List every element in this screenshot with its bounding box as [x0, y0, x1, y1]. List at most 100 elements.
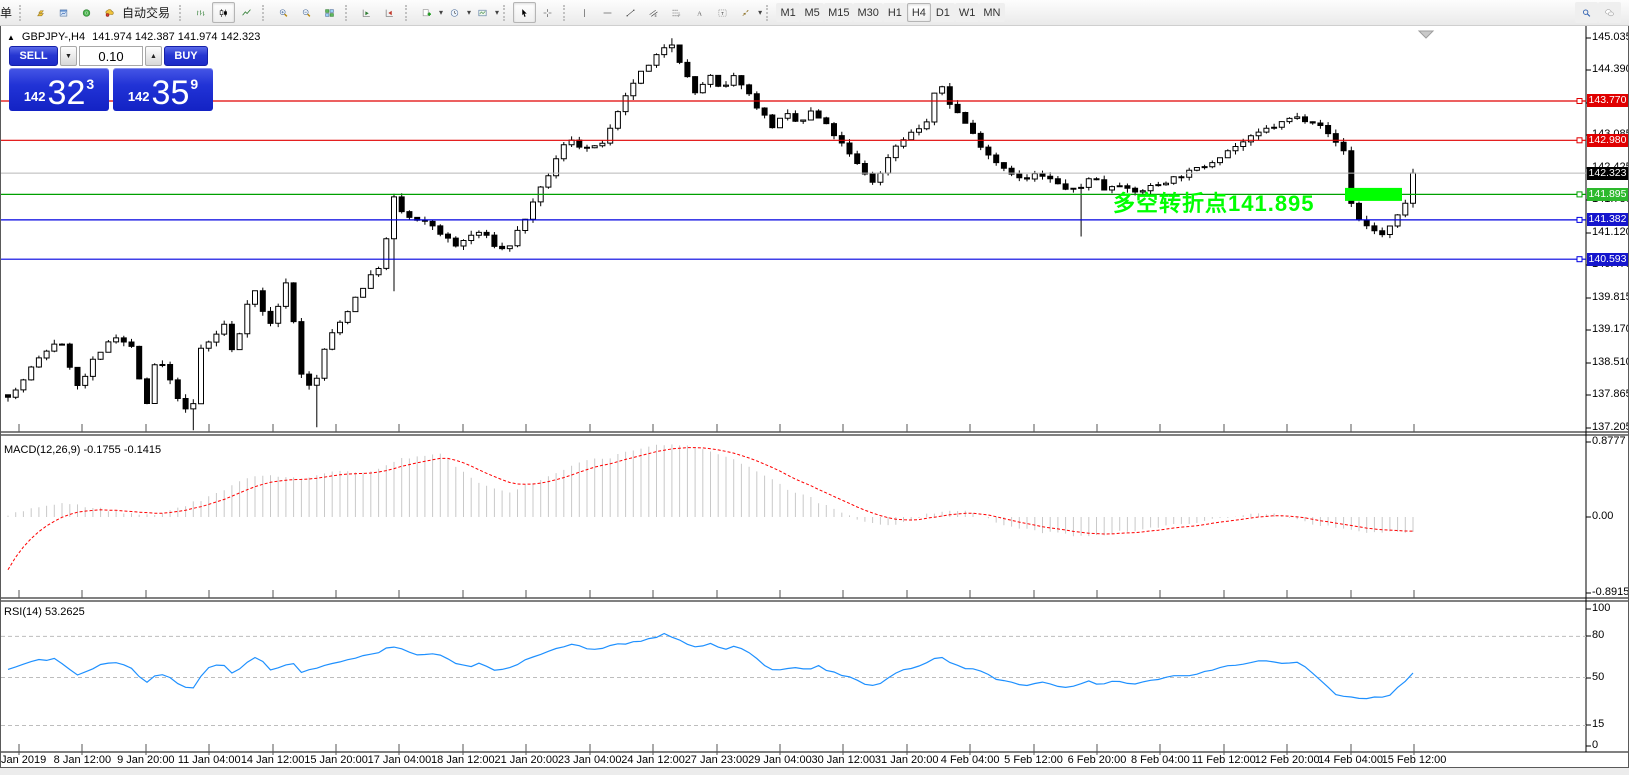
horizontal-level-lines[interactable]: [1, 98, 1586, 263]
timeframe-w1-button[interactable]: W1: [954, 3, 980, 22]
sell-price-prefix: 142: [23, 89, 46, 104]
sell-button[interactable]: SELL: [9, 46, 58, 66]
volume-step-up-button[interactable]: ▲: [145, 46, 162, 66]
time-tick-label: 21 Jan 20:00: [494, 754, 559, 766]
period-button[interactable]: [443, 2, 466, 23]
time-tick-label: 11 Feb 12:00: [1191, 754, 1256, 766]
price-level-label[interactable]: 143.770: [1587, 94, 1628, 108]
sell-price-panel[interactable]: 142 32 3: [9, 68, 109, 111]
navigator-icon[interactable]: [75, 2, 98, 23]
timeframe-h4-button[interactable]: H4: [906, 3, 931, 22]
chart-ohlc-values: 141.974 142.387 141.974 142.323: [92, 31, 261, 43]
chat-icon[interactable]: [1598, 2, 1621, 23]
collapse-triangle-icon[interactable]: ▲: [7, 33, 15, 42]
candlestick-chart-button[interactable]: [212, 2, 236, 23]
main-toolbar: 单 自动交易 ▾ ▾ ▾ E F A T ▾ M1 M5 M15 M30 H1 H4 D1 W1 MN: [0, 0, 1629, 26]
new-order-clipped-button[interactable]: 单: [0, 4, 15, 21]
arrows-glyph: [742, 9, 749, 16]
price-tick-label: 139.815: [1592, 290, 1629, 303]
rsi-tick-label: 0: [1592, 739, 1599, 751]
timeframe-m5-button[interactable]: M5: [800, 3, 825, 22]
bar-chart-button[interactable]: [189, 2, 212, 23]
mt4-terminal: { "toolbar": { "clipped_button_text": "单…: [0, 0, 1629, 775]
buy-price-panel[interactable]: 142 35 9: [113, 68, 213, 111]
channel-glyph: E: [649, 9, 658, 18]
auto-scroll-button[interactable]: [355, 2, 378, 23]
chart-canvas[interactable]: [1, 26, 1628, 765]
crosshair-glyph: [543, 8, 552, 17]
toolbar-grip[interactable]: [179, 4, 186, 21]
data-window-icon[interactable]: [52, 2, 75, 23]
auto-trading-label[interactable]: 自动交易: [122, 4, 170, 21]
search-icon[interactable]: [1575, 2, 1598, 23]
chevron-down-icon[interactable]: ▾: [758, 8, 762, 17]
macd-tick-label: -0.8915: [1592, 585, 1629, 598]
chart-shift-button[interactable]: [378, 2, 401, 23]
text-button[interactable]: A: [688, 2, 711, 23]
new-order-button[interactable]: [415, 2, 438, 23]
price-tick-label: 139.170: [1592, 323, 1629, 336]
price-level-label[interactable]: 142.323: [1587, 166, 1628, 180]
sell-price-sup: 3: [86, 76, 95, 92]
price-tick-label: 141.120: [1592, 225, 1629, 238]
toolbar-grip[interactable]: [766, 4, 773, 21]
toolbar-grip[interactable]: [563, 4, 570, 21]
timeframe-mn-button[interactable]: MN: [979, 3, 1005, 22]
tile-windows-button[interactable]: [318, 2, 341, 23]
volume-step-down-button[interactable]: ▼: [60, 46, 77, 66]
arrows-button[interactable]: [734, 2, 757, 23]
chart-symbol-period: GBPJPY-,H4: [21, 31, 86, 43]
toolbar-grip[interactable]: [262, 4, 269, 21]
zoom-out-button[interactable]: [295, 2, 318, 23]
price-level-label[interactable]: 140.593: [1587, 252, 1628, 266]
toolbar-grip[interactable]: [345, 4, 352, 21]
candlestick-chart-glyph: [219, 8, 227, 17]
timeframe-m15-button[interactable]: M15: [824, 3, 854, 22]
market-watch-icon[interactable]: [29, 2, 52, 23]
time-tick-label: 4 Feb 04:00: [940, 754, 1000, 766]
horizontal-line-button[interactable]: [596, 2, 619, 23]
timeframe-m1-button[interactable]: M1: [776, 3, 801, 22]
price-tick-label: 138.510: [1592, 355, 1629, 368]
svg-text:E: E: [655, 14, 658, 18]
chevron-down-icon[interactable]: ▾: [495, 8, 499, 17]
price-level-label[interactable]: 141.895: [1587, 187, 1628, 201]
chart-shift-marker-icon[interactable]: [1417, 30, 1435, 39]
timeframe-h1-button[interactable]: H1: [882, 3, 907, 22]
time-tick-label: 31 Jan 20:00: [874, 754, 939, 766]
tile-windows-glyph: [325, 8, 334, 17]
time-tick-label: 24 Jan 12:00: [621, 754, 685, 766]
cursor-button[interactable]: [513, 2, 537, 23]
timeframe-d1-button[interactable]: D1: [930, 3, 955, 22]
time-tick-label: 17 Jan 04:00: [367, 754, 432, 766]
rsi-indicator-label: RSI(14) 53.2625: [4, 606, 85, 618]
buy-button[interactable]: BUY: [164, 46, 208, 66]
time-tick-label: 11 Jan 04:00: [177, 754, 241, 766]
toolbar-grip[interactable]: [19, 4, 26, 21]
macd-indicator-label: MACD(12,26,9) -0.1755 -0.1415: [4, 444, 162, 456]
highlight-rectangle[interactable]: [1345, 187, 1402, 201]
auto-trading-button[interactable]: [98, 2, 121, 23]
timeframe-m30-button[interactable]: M30: [853, 3, 883, 22]
volume-input[interactable]: [79, 46, 143, 66]
channel-button[interactable]: E: [642, 2, 665, 23]
text-label-button[interactable]: T: [711, 2, 734, 23]
text-label-glyph: T: [718, 9, 727, 16]
toolbar-grip[interactable]: [405, 4, 412, 21]
price-tick-label: 144.390: [1592, 63, 1629, 76]
toolbar-grip[interactable]: [503, 4, 510, 21]
fibonacci-button[interactable]: F: [665, 2, 688, 23]
macd-tick-label: 0.00: [1592, 510, 1614, 522]
time-tick-label: 7 Jan 2019: [0, 754, 47, 766]
template-button[interactable]: [471, 2, 494, 23]
price-level-label[interactable]: 141.382: [1587, 213, 1628, 227]
price-level-label[interactable]: 142.980: [1587, 133, 1628, 147]
zoom-in-button[interactable]: [272, 2, 295, 23]
trendline-button[interactable]: [619, 2, 642, 23]
vertical-line-button[interactable]: [573, 2, 596, 23]
period-glyph: [450, 8, 459, 17]
candlesticks: [5, 38, 1416, 431]
crosshair-button[interactable]: [536, 2, 559, 23]
market-watch-icon-glyph: [37, 9, 44, 16]
line-chart-button[interactable]: [235, 2, 258, 23]
